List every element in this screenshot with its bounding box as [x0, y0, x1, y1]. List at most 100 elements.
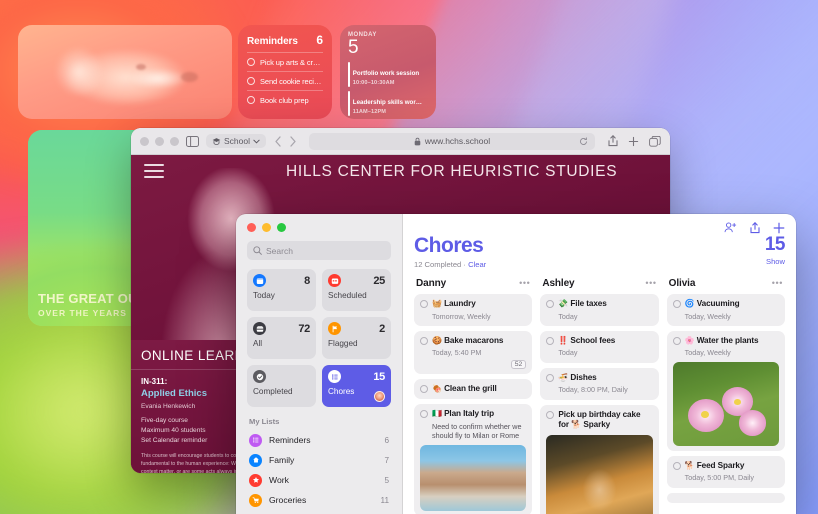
task-item[interactable]: 💸 File taxes Today — [540, 294, 659, 326]
smart-list-label: Completed — [253, 387, 293, 396]
reminders-widget-item[interactable]: Book club prep — [247, 90, 323, 109]
sidebar-item-work[interactable]: Work 5 — [247, 470, 391, 490]
share-icon[interactable] — [750, 222, 760, 234]
event-title: Portfolio work session — [352, 70, 420, 78]
show-button[interactable]: Show — [765, 257, 785, 266]
task-photo-dog[interactable] — [546, 434, 653, 514]
task-subtitle: Today — [558, 348, 578, 358]
smart-list-flagged[interactable]: 2 Flagged — [322, 317, 391, 359]
task-item-partial[interactable] — [666, 492, 785, 503]
smart-list-completed[interactable]: Completed — [247, 365, 316, 407]
forward-button[interactable] — [290, 135, 296, 147]
task-title: ‼️ School fees — [558, 336, 615, 347]
star-icon — [249, 473, 262, 487]
task-item[interactable]: 🐕 Feed Sparky Today, 5:00 PM, Daily — [666, 455, 785, 488]
share-icon[interactable] — [608, 135, 618, 147]
hamburger-menu-icon[interactable] — [144, 164, 164, 182]
task-item[interactable]: ‼️ School fees Today — [540, 330, 659, 363]
photo-widget[interactable] — [18, 25, 232, 119]
checkbox-icon[interactable] — [420, 337, 428, 346]
reminders-widget-item-label: Book club prep — [260, 95, 309, 105]
task-photo-italy[interactable] — [420, 445, 527, 512]
column-more-icon[interactable]: ••• — [519, 278, 530, 288]
checkbox-icon[interactable] — [247, 77, 255, 85]
task-title-text: Vacuuming — [696, 299, 740, 309]
calendar-widget-date: 5 — [348, 37, 359, 58]
tab-overview-icon[interactable] — [649, 135, 661, 147]
chores-header: Chores 12 Completed · Clear 15 Show — [403, 234, 796, 269]
chores-header-right: 15 Show — [765, 235, 786, 266]
safari-toolbar: School www.hchs.school — [131, 128, 670, 155]
reminders-widget-item[interactable]: Send cookie reci… — [247, 71, 323, 90]
task-emoji: 🌀 — [684, 299, 695, 309]
task-item[interactable]: 🍜 Dishes Today, 8:00 PM, Daily — [540, 367, 659, 400]
window-traffic-lights[interactable] — [140, 136, 179, 146]
sidebar-item-reminders[interactable]: Reminders 6 — [247, 430, 391, 450]
checkbox-icon[interactable] — [247, 58, 255, 66]
smart-list-scheduled[interactable]: 25 Scheduled — [322, 269, 391, 311]
checkbox-icon[interactable] — [672, 461, 681, 470]
reminders-toolbar — [403, 214, 796, 234]
reminders-widget[interactable]: Reminders 6 Pick up arts & cr… Send cook… — [238, 25, 332, 119]
smart-list-all[interactable]: 72 All — [247, 317, 316, 359]
task-item[interactable]: 🇮🇹 Plan Italy trip Need to confirm wheth… — [414, 404, 533, 514]
checkbox-icon[interactable] — [247, 96, 255, 104]
checkbox-icon[interactable] — [672, 337, 681, 346]
smart-list-chores[interactable]: 15 Chores — [322, 365, 391, 407]
add-person-icon[interactable] — [724, 222, 737, 234]
column-header: Danny ••• — [414, 278, 532, 289]
cart-icon — [249, 493, 262, 507]
chores-columns: Danny ••• 🧺 Laundry Tomorrow, Weekly 🍪 B… — [403, 269, 796, 514]
task-title: 🍜 Dishes — [558, 373, 596, 384]
checkbox-icon[interactable] — [420, 300, 428, 309]
sidebar-item-family[interactable]: Family 7 — [247, 450, 391, 470]
reminders-app-window[interactable]: Search 8 Today 25 Scheduled 72 All 2 Fla… — [236, 214, 796, 514]
checkbox-icon[interactable] — [420, 384, 428, 393]
task-emoji: 🐕 — [684, 460, 695, 470]
clear-button[interactable]: Clear — [468, 260, 486, 269]
calendar-widget-weekday: MONDAY — [348, 32, 377, 38]
reminders-widget-header: Reminders 6 — [247, 33, 323, 47]
task-item[interactable]: 🌀 Vacuuming Today, Weekly — [666, 294, 785, 326]
task-item[interactable]: 🌸 Water the plants Today, Weekly — [666, 330, 785, 451]
reload-icon[interactable] — [579, 137, 588, 146]
task-emoji: 🇮🇹 — [432, 409, 442, 419]
sidebar-toggle-icon[interactable] — [186, 135, 199, 147]
task-item[interactable]: 🍖 Clean the grill — [414, 378, 533, 400]
calendar-widget-event[interactable]: Leadership skills wor… 11AM–12PM — [348, 90, 428, 116]
sidebar-item-camping-trip[interactable]: Camping Trip 4 — [247, 510, 391, 514]
search-input[interactable]: Search — [247, 241, 391, 260]
back-button[interactable] — [275, 135, 281, 147]
task-subtitle: Today, 8:00 PM, Daily — [558, 385, 628, 395]
sidebar-item-groceries[interactable]: Groceries 11 — [247, 490, 391, 510]
add-icon[interactable] — [773, 222, 785, 234]
task-item[interactable]: 🧺 Laundry Tomorrow, Weekly — [414, 294, 533, 326]
task-title-text: File taxes — [570, 299, 607, 309]
tab-group-selector[interactable]: School — [206, 134, 266, 148]
checkbox-icon[interactable] — [546, 300, 555, 309]
task-item[interactable]: Pick up birthday cake for 🐕 Sparky — [540, 404, 659, 514]
task-subtitle: Today, 5:00 PM, Daily — [684, 473, 755, 483]
reminders-widget-item[interactable]: Pick up arts & cr… — [247, 52, 323, 71]
task-subtitle: Today — [558, 311, 578, 321]
checkbox-icon[interactable] — [546, 410, 555, 419]
checkbox-icon[interactable] — [546, 373, 555, 382]
calendar-widget-event[interactable]: Portfolio work session 10:00–10:30AM — [348, 62, 428, 88]
checkbox-icon[interactable] — [672, 300, 681, 309]
chores-header-left: Chores 12 Completed · Clear — [414, 234, 486, 269]
checkbox-icon[interactable] — [546, 337, 555, 346]
checkbox-icon[interactable] — [420, 410, 428, 419]
column-more-icon[interactable]: ••• — [645, 278, 656, 288]
graduation-cap-icon — [212, 137, 221, 145]
task-photo-flower[interactable] — [672, 361, 779, 446]
calendar-widget[interactable]: MONDAY 5 Portfolio work session 10:00–10… — [340, 25, 436, 119]
column-more-icon[interactable]: ••• — [772, 278, 783, 288]
window-traffic-lights[interactable] — [247, 223, 391, 232]
address-bar[interactable]: www.hchs.school — [309, 132, 595, 150]
smart-list-today[interactable]: 8 Today — [247, 269, 316, 311]
new-tab-icon[interactable] — [628, 136, 639, 147]
task-title-text: Laundry — [444, 299, 476, 309]
task-item[interactable]: 🍪 Bake macarons Today, 5:40 PM 52 — [414, 330, 533, 374]
scheduled-icon — [328, 274, 341, 287]
page-org-title: HILLS CENTER FOR HEURISTIC STUDIES — [286, 163, 618, 180]
